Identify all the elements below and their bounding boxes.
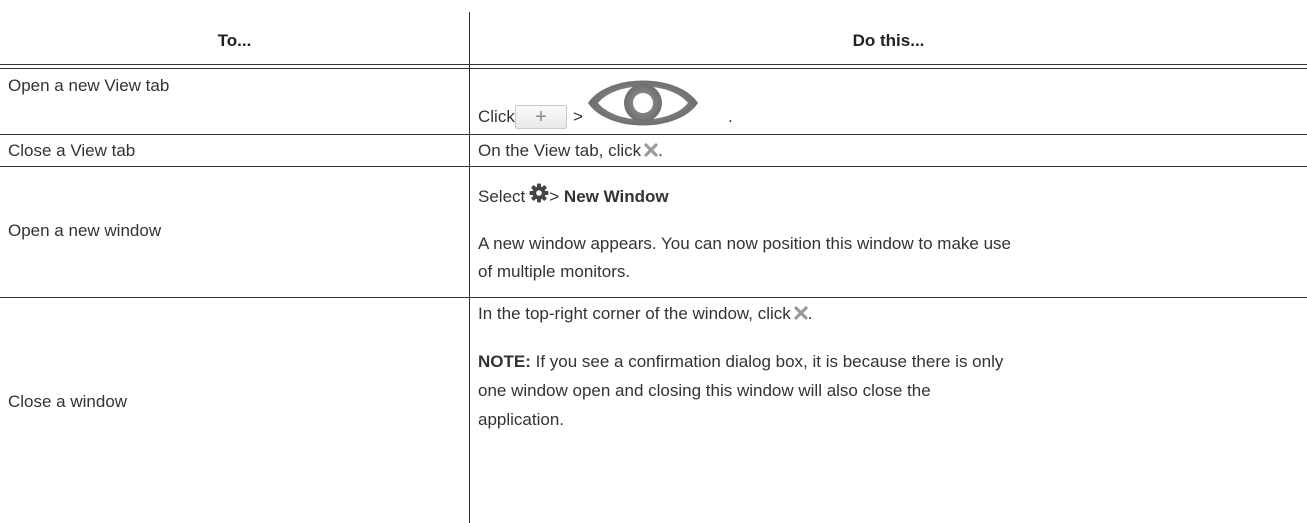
row-action-label: Open a new View tab bbox=[8, 76, 170, 95]
row-instruction: Select > New Window A new window appears… bbox=[478, 167, 1298, 297]
note-line: one window open and closing this window … bbox=[478, 381, 931, 400]
row-instruction: On the View tab, click. bbox=[478, 137, 663, 165]
select-line: Select > New Window bbox=[478, 183, 669, 211]
table-row: Open a new View tab Click + > . bbox=[0, 69, 1307, 134]
row-instruction: Click + > . bbox=[478, 69, 1298, 134]
instruction-text: In the top-right corner of the window, c… bbox=[478, 304, 791, 323]
eye-icon bbox=[588, 80, 698, 126]
gear-icon bbox=[529, 183, 549, 203]
close-x-icon bbox=[644, 143, 658, 157]
header-do-this: Do this... bbox=[852, 31, 925, 50]
header-rule-top bbox=[0, 64, 1307, 65]
row-action-label: Close a View tab bbox=[8, 141, 136, 160]
header-to: To... bbox=[217, 31, 252, 50]
instruction-text: On the View tab, click bbox=[478, 141, 642, 160]
click-text: Click bbox=[478, 107, 515, 126]
row-instruction: In the top-right corner of the window, c… bbox=[478, 298, 1298, 523]
select-text: Select bbox=[478, 187, 526, 206]
table-row: Close a window In the top-right corner o… bbox=[0, 298, 1307, 523]
separator-text: > bbox=[573, 107, 583, 126]
row-action-label: Open a new window bbox=[8, 221, 162, 240]
menu-item-new-window: New Window bbox=[563, 187, 669, 206]
table-row: Open a new window Select > New Window A … bbox=[0, 167, 1307, 297]
note-line: application. bbox=[478, 410, 565, 429]
note-label: NOTE: bbox=[478, 352, 531, 371]
note-line: NOTE: If you see a confirmation dialog b… bbox=[478, 348, 1003, 376]
period-text: . bbox=[807, 304, 813, 323]
plus-glyph: + bbox=[535, 106, 547, 128]
separator-text: > bbox=[549, 187, 560, 206]
note-text: If you see a confirmation dialog box, it… bbox=[530, 352, 1004, 371]
row-action-label: Close a window bbox=[8, 392, 128, 411]
description-line: of multiple monitors. bbox=[478, 262, 631, 281]
table-row: Close a View tab On the View tab, click. bbox=[0, 135, 1307, 166]
period-text: . bbox=[658, 141, 663, 160]
close-x-icon bbox=[794, 306, 808, 320]
description-line: A new window appears. You can now positi… bbox=[478, 234, 1011, 253]
instructions-table: To... Do this... Open a new View tab Cli… bbox=[0, 0, 1307, 523]
plus-button: + bbox=[515, 105, 567, 129]
instruction-line: In the top-right corner of the window, c… bbox=[478, 300, 813, 328]
period-text: . bbox=[728, 107, 733, 126]
table-header: To... Do this... bbox=[0, 12, 1307, 64]
